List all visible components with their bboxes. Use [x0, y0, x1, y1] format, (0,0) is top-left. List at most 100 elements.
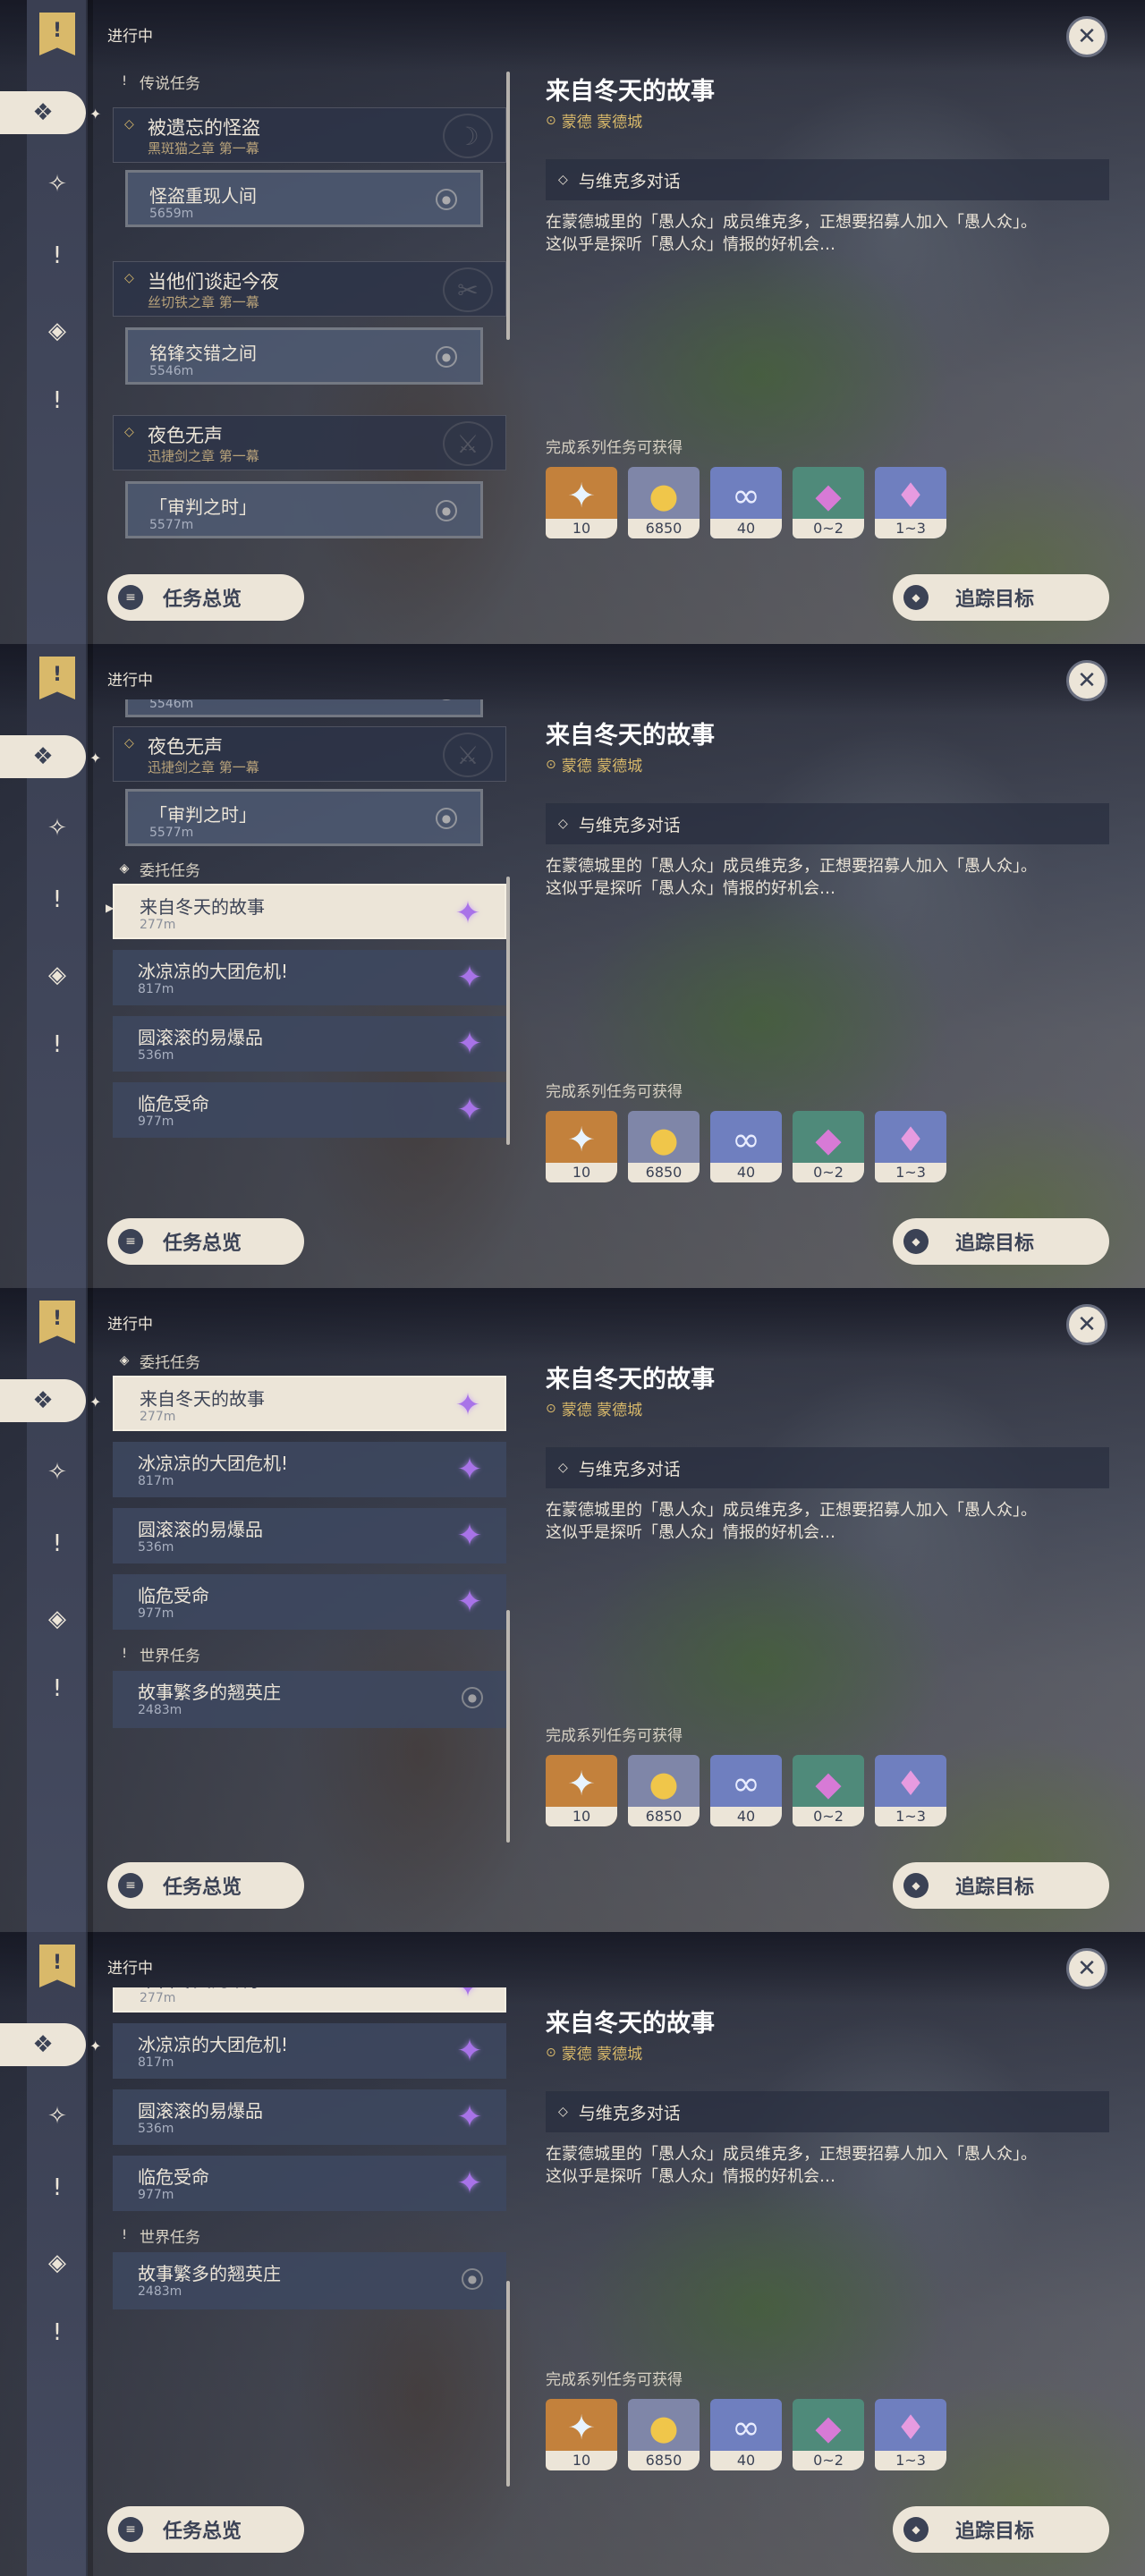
reward-mora[interactable]: ● 6850: [628, 1111, 700, 1182]
category-all-button[interactable]: ❖: [0, 91, 86, 134]
world-quest-title: 故事繁多的翘英庄: [138, 1682, 281, 1703]
reward-primogem[interactable]: ✦ 10: [546, 1111, 617, 1182]
category-world-button[interactable]: !: [36, 1023, 79, 1066]
legend-chapter-1[interactable]: ◇ 被遗忘的怪盗 黑斑猫之章 第一幕 ☽: [113, 107, 506, 163]
quest-overview-button[interactable]: ≡ 任务总览: [107, 1218, 304, 1265]
quest-list[interactable]: ! 传说任务 ◇ 被遗忘的怪盗 黑斑猫之章 第一幕 ☽ 怪盗重现人间 5659m …: [106, 55, 508, 556]
commission-distance: 977m: [138, 1606, 174, 1621]
location-pin-icon[interactable]: ●: [462, 2268, 483, 2290]
legend-quest-icon: !: [52, 242, 63, 269]
close-button[interactable]: ✕: [1066, 1948, 1107, 1989]
commission-distance: 817m: [138, 982, 174, 996]
close-button[interactable]: ✕: [1066, 660, 1107, 701]
quest-overview-button[interactable]: ≡ 任务总览: [107, 2506, 304, 2553]
location-pin-icon[interactable]: ●: [436, 346, 457, 368]
world-quest-item[interactable]: 故事繁多的翘英庄 2483m ●: [113, 1671, 506, 1728]
category-commission-button[interactable]: ◈: [36, 1597, 79, 1640]
category-archon-button[interactable]: ✧: [36, 807, 79, 850]
rewards-row: ✦ 10 ● 6850 ∞ 40 ◆ 0~2 ♦ 1~3: [546, 2399, 946, 2470]
quest-overview-button[interactable]: ≡ 任务总览: [107, 574, 304, 621]
commission-item-1[interactable]: 来自冬天的故事 277m ✦: [113, 1376, 506, 1431]
commission-item-4[interactable]: 临危受命 977m ✦: [113, 1574, 506, 1630]
track-objective-button[interactable]: ◆ 追踪目标: [893, 574, 1109, 621]
commission-item-4[interactable]: 临危受命 977m ✦: [113, 1082, 506, 1138]
category-commission-button[interactable]: ◈: [36, 953, 79, 996]
reward-crystal-chunk[interactable]: ◆ 0~2: [793, 467, 864, 538]
quest-list[interactable]: 铭锋交错之间 5546m ● ◇ 夜色无声 迅捷剑之章 第一幕 ⚔ 「审判之时」…: [106, 699, 508, 1200]
commission-item-3[interactable]: 圆滚滚的易爆品 536m ✦: [113, 1508, 506, 1563]
list-scrollbar[interactable]: [506, 1610, 510, 1843]
legend-subquest-3[interactable]: 「审判之时」 5577m ●: [125, 789, 483, 846]
track-objective-button[interactable]: ◆ 追踪目标: [893, 1862, 1109, 1909]
quest-list[interactable]: ◈ 委托任务 来自冬天的故事 277m ✦ 冰凉凉的大团危机! 817m ✦ 圆滚…: [106, 1343, 508, 1844]
reward-adventure-exp[interactable]: ∞ 40: [710, 1755, 782, 1826]
category-world-button[interactable]: !: [36, 2311, 79, 2354]
category-commission-button[interactable]: ◈: [36, 309, 79, 352]
category-world-button[interactable]: !: [36, 379, 79, 422]
commission-item-4[interactable]: 临危受命 977m ✦: [113, 2156, 506, 2211]
commission-quest-icon: ◈: [119, 861, 130, 876]
legend-subquest-2[interactable]: 铭锋交错之间 5546m ●: [125, 699, 483, 717]
detail-location: ⊙ 蒙德 蒙德城: [546, 1397, 642, 1420]
commission-item-2[interactable]: 冰凉凉的大团危机! 817m ✦: [113, 1442, 506, 1497]
category-archon-button[interactable]: ✧: [36, 163, 79, 206]
quest-overview-button[interactable]: ≡ 任务总览: [107, 1862, 304, 1909]
close-button[interactable]: ✕: [1066, 1304, 1107, 1345]
reward-crystal-chunk[interactable]: ◆ 0~2: [793, 1755, 864, 1826]
location-pin-icon[interactable]: ●: [436, 500, 457, 521]
commission-item-3[interactable]: 圆滚滚的易爆品 536m ✦: [113, 2089, 506, 2145]
reward-crystal-chunk[interactable]: ◆ 0~2: [793, 1111, 864, 1182]
category-legend-button[interactable]: !: [36, 2166, 79, 2209]
close-button[interactable]: ✕: [1066, 16, 1107, 57]
location-pin-icon[interactable]: ●: [462, 1687, 483, 1708]
reward-primogem[interactable]: ✦ 10: [546, 1755, 617, 1826]
reward-adventure-exp[interactable]: ∞ 40: [710, 1111, 782, 1182]
section-header-label: 委托任务: [140, 1353, 200, 1372]
reward-crystal-ore[interactable]: ♦ 1~3: [875, 467, 946, 538]
legend-subquest-3[interactable]: 「审判之时」 5577m ●: [125, 481, 483, 538]
commission-item-2[interactable]: 冰凉凉的大团危机! 817m ✦: [113, 2023, 506, 2079]
list-scrollbar[interactable]: [506, 2281, 510, 2487]
legend-chapter-2[interactable]: ◇ 当他们谈起今夜 丝切铁之章 第一幕 ✂: [113, 261, 506, 317]
commission-item-1[interactable]: 来自冬天的故事 277m ✦: [113, 1987, 506, 2012]
reward-adventure-exp[interactable]: ∞ 40: [710, 2399, 782, 2470]
track-objective-button[interactable]: ◆ 追踪目标: [893, 2506, 1109, 2553]
reward-crystal-ore[interactable]: ♦ 1~3: [875, 1755, 946, 1826]
world-quest-item[interactable]: 故事繁多的翘英庄 2483m ●: [113, 2252, 506, 2309]
list-scrollbar[interactable]: [506, 72, 510, 340]
legend-chapter-3[interactable]: ◇ 夜色无声 迅捷剑之章 第一幕 ⚔: [113, 415, 506, 470]
category-all-button[interactable]: ❖: [0, 2023, 86, 2066]
category-all-button[interactable]: ❖: [0, 735, 86, 778]
reward-mora[interactable]: ● 6850: [628, 2399, 700, 2470]
location-pin-icon[interactable]: ●: [436, 808, 457, 829]
legend-chapter-3[interactable]: ◇ 夜色无声 迅捷剑之章 第一幕 ⚔: [113, 726, 506, 782]
quest-list[interactable]: 来自冬天的故事 277m ✦ 冰凉凉的大团危机! 817m ✦ 圆滚滚的易爆品 …: [106, 1987, 508, 2488]
commission-item-3[interactable]: 圆滚滚的易爆品 536m ✦: [113, 1016, 506, 1072]
category-all-button[interactable]: ❖: [0, 1379, 86, 1422]
reward-primogem[interactable]: ✦ 10: [546, 467, 617, 538]
reward-mora[interactable]: ● 6850: [628, 467, 700, 538]
category-archon-button[interactable]: ✧: [36, 2095, 79, 2138]
category-archon-button[interactable]: ✧: [36, 1451, 79, 1494]
legend-subquest-2[interactable]: 铭锋交错之间 5546m ●: [125, 327, 483, 385]
thread-emblem-icon: ✂: [443, 267, 493, 312]
category-legend-button[interactable]: !: [36, 234, 79, 277]
commission-item-1[interactable]: 来自冬天的故事 277m ✦: [113, 884, 506, 939]
list-scrollbar[interactable]: [506, 877, 510, 1145]
location-pin-icon[interactable]: ●: [436, 699, 457, 700]
commission-item-2[interactable]: 冰凉凉的大团危机! 817m ✦: [113, 950, 506, 1005]
category-legend-button[interactable]: !: [36, 1522, 79, 1565]
track-label: 追踪目标: [955, 1877, 1035, 1899]
reward-crystal-chunk[interactable]: ◆ 0~2: [793, 2399, 864, 2470]
reward-crystal-ore[interactable]: ♦ 1~3: [875, 1111, 946, 1182]
location-pin-icon[interactable]: ●: [436, 189, 457, 210]
track-objective-button[interactable]: ◆ 追踪目标: [893, 1218, 1109, 1265]
category-legend-button[interactable]: !: [36, 878, 79, 921]
category-world-button[interactable]: !: [36, 1667, 79, 1710]
reward-primogem[interactable]: ✦ 10: [546, 2399, 617, 2470]
reward-mora[interactable]: ● 6850: [628, 1755, 700, 1826]
reward-adventure-exp[interactable]: ∞ 40: [710, 467, 782, 538]
category-commission-button[interactable]: ◈: [36, 2241, 79, 2284]
legend-subquest-1[interactable]: 怪盗重现人间 5659m ●: [125, 170, 483, 227]
reward-crystal-ore[interactable]: ♦ 1~3: [875, 2399, 946, 2470]
